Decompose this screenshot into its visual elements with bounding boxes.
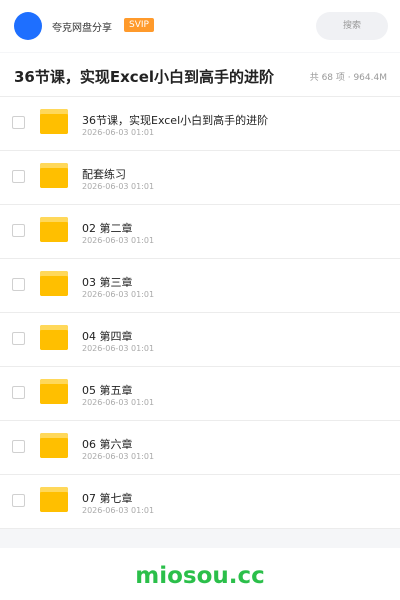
list-item[interactable]: 03 第三章 2026-06-03 01:01: [0, 259, 400, 313]
list-item[interactable]: 05 第五章 2026-06-03 01:01: [0, 367, 400, 421]
avatar[interactable]: [14, 12, 42, 40]
list-item[interactable]: 36节课，实现Excel小白到高手的进阶 2026-06-03 01:01: [0, 97, 400, 151]
folder-icon: [40, 433, 68, 458]
checkbox[interactable]: [12, 332, 25, 345]
folder-header: 36节课，实现Excel小白到高手的进阶 共 68 项 · 964.4M: [0, 53, 400, 97]
list-item[interactable]: 02 第二章 2026-06-03 01:01: [0, 205, 400, 259]
item-name: 36节课，实现Excel小白到高手的进阶: [82, 114, 269, 127]
checkbox[interactable]: [12, 386, 25, 399]
item-name: 06 第六章: [82, 438, 133, 451]
item-date: 2026-06-03 01:01: [82, 128, 155, 137]
folder-icon: [40, 109, 68, 134]
list-item[interactable]: 配套练习 2026-06-03 01:01: [0, 151, 400, 205]
checkbox[interactable]: [12, 170, 25, 183]
folder-icon: [40, 325, 68, 350]
item-date: 2026-06-03 01:01: [82, 236, 155, 245]
checkbox[interactable]: [12, 278, 25, 291]
folder-icon: [40, 271, 68, 296]
folder-icon: [40, 217, 68, 242]
item-date: 2026-06-03 01:01: [82, 506, 155, 515]
folder-icon: [40, 379, 68, 404]
svip-badge: SVIP: [124, 18, 154, 32]
search-input[interactable]: 搜索: [316, 12, 388, 40]
checkbox[interactable]: [12, 116, 25, 129]
item-name: 07 第七章: [82, 492, 133, 505]
file-list: 36节课，实现Excel小白到高手的进阶 2026-06-03 01:01 配套…: [0, 97, 400, 529]
item-date: 2026-06-03 01:01: [82, 290, 155, 299]
item-name: 02 第二章: [82, 222, 133, 235]
watermark: miosou.cc: [135, 563, 265, 589]
checkbox[interactable]: [12, 494, 25, 507]
folder-icon: [40, 163, 68, 188]
footer: miosou.cc: [0, 548, 400, 600]
username: 夸克网盘分享: [52, 23, 112, 34]
item-date: 2026-06-03 01:01: [82, 344, 155, 353]
list-item[interactable]: 06 第六章 2026-06-03 01:01: [0, 421, 400, 475]
item-date: 2026-06-03 01:01: [82, 452, 155, 461]
top-bar: 夸克网盘分享 SVIP 搜索: [0, 0, 400, 52]
item-name: 05 第五章: [82, 384, 133, 397]
page-title: 36节课，实现Excel小白到高手的进阶: [14, 68, 275, 86]
item-name: 03 第三章: [82, 276, 133, 289]
item-name: 04 第四章: [82, 330, 133, 343]
item-date: 2026-06-03 01:01: [82, 398, 155, 407]
item-date: 2026-06-03 01:01: [82, 182, 155, 191]
folder-icon: [40, 487, 68, 512]
list-item[interactable]: 07 第七章 2026-06-03 01:01: [0, 475, 400, 529]
folder-meta: 共 68 项 · 964.4M: [309, 73, 387, 83]
checkbox[interactable]: [12, 224, 25, 237]
checkbox[interactable]: [12, 440, 25, 453]
list-item[interactable]: 04 第四章 2026-06-03 01:01: [0, 313, 400, 367]
item-name: 配套练习: [82, 168, 126, 181]
